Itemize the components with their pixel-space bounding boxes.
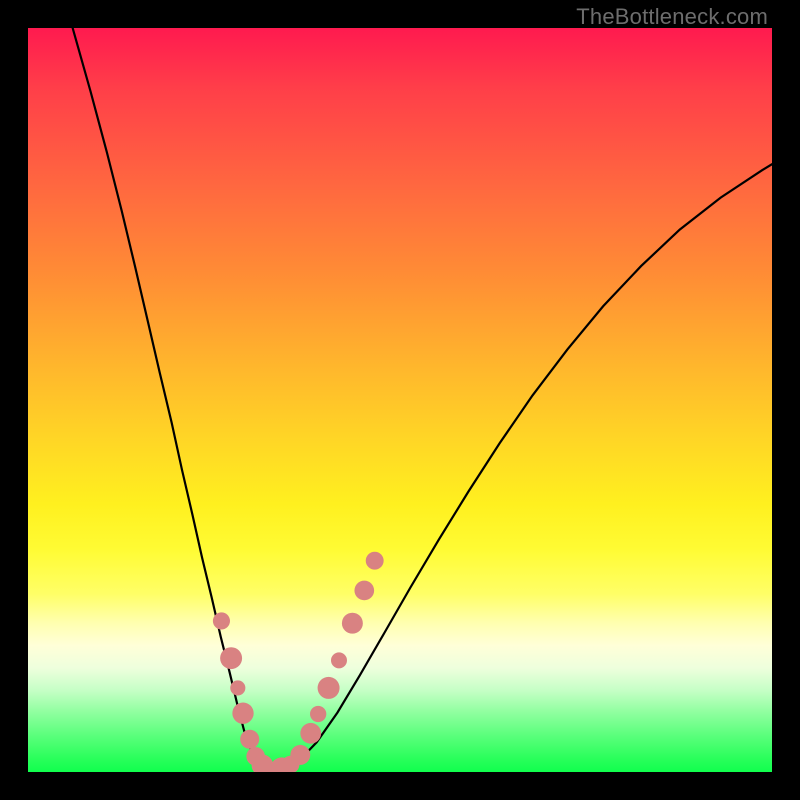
watermark-text: TheBottleneck.com <box>576 4 768 30</box>
bottleneck-curve-right <box>274 164 772 772</box>
bead-marker <box>342 613 363 634</box>
bead-marker <box>300 723 321 744</box>
bead-marker <box>290 745 310 765</box>
curve-layer <box>28 28 772 772</box>
bead-marker <box>240 730 259 749</box>
bead-marker <box>213 612 230 629</box>
bead-marker <box>230 680 245 695</box>
bead-marker <box>232 703 253 724</box>
bead-marker <box>310 706 326 722</box>
bead-marker <box>366 552 384 570</box>
chart-frame: TheBottleneck.com <box>0 0 800 800</box>
bead-marker <box>318 677 340 699</box>
bead-marker <box>220 647 242 669</box>
marker-beads <box>213 552 384 772</box>
bottleneck-curve-left <box>73 28 274 772</box>
bead-marker <box>331 652 347 668</box>
bead-marker <box>354 581 374 601</box>
plot-area <box>28 28 772 772</box>
